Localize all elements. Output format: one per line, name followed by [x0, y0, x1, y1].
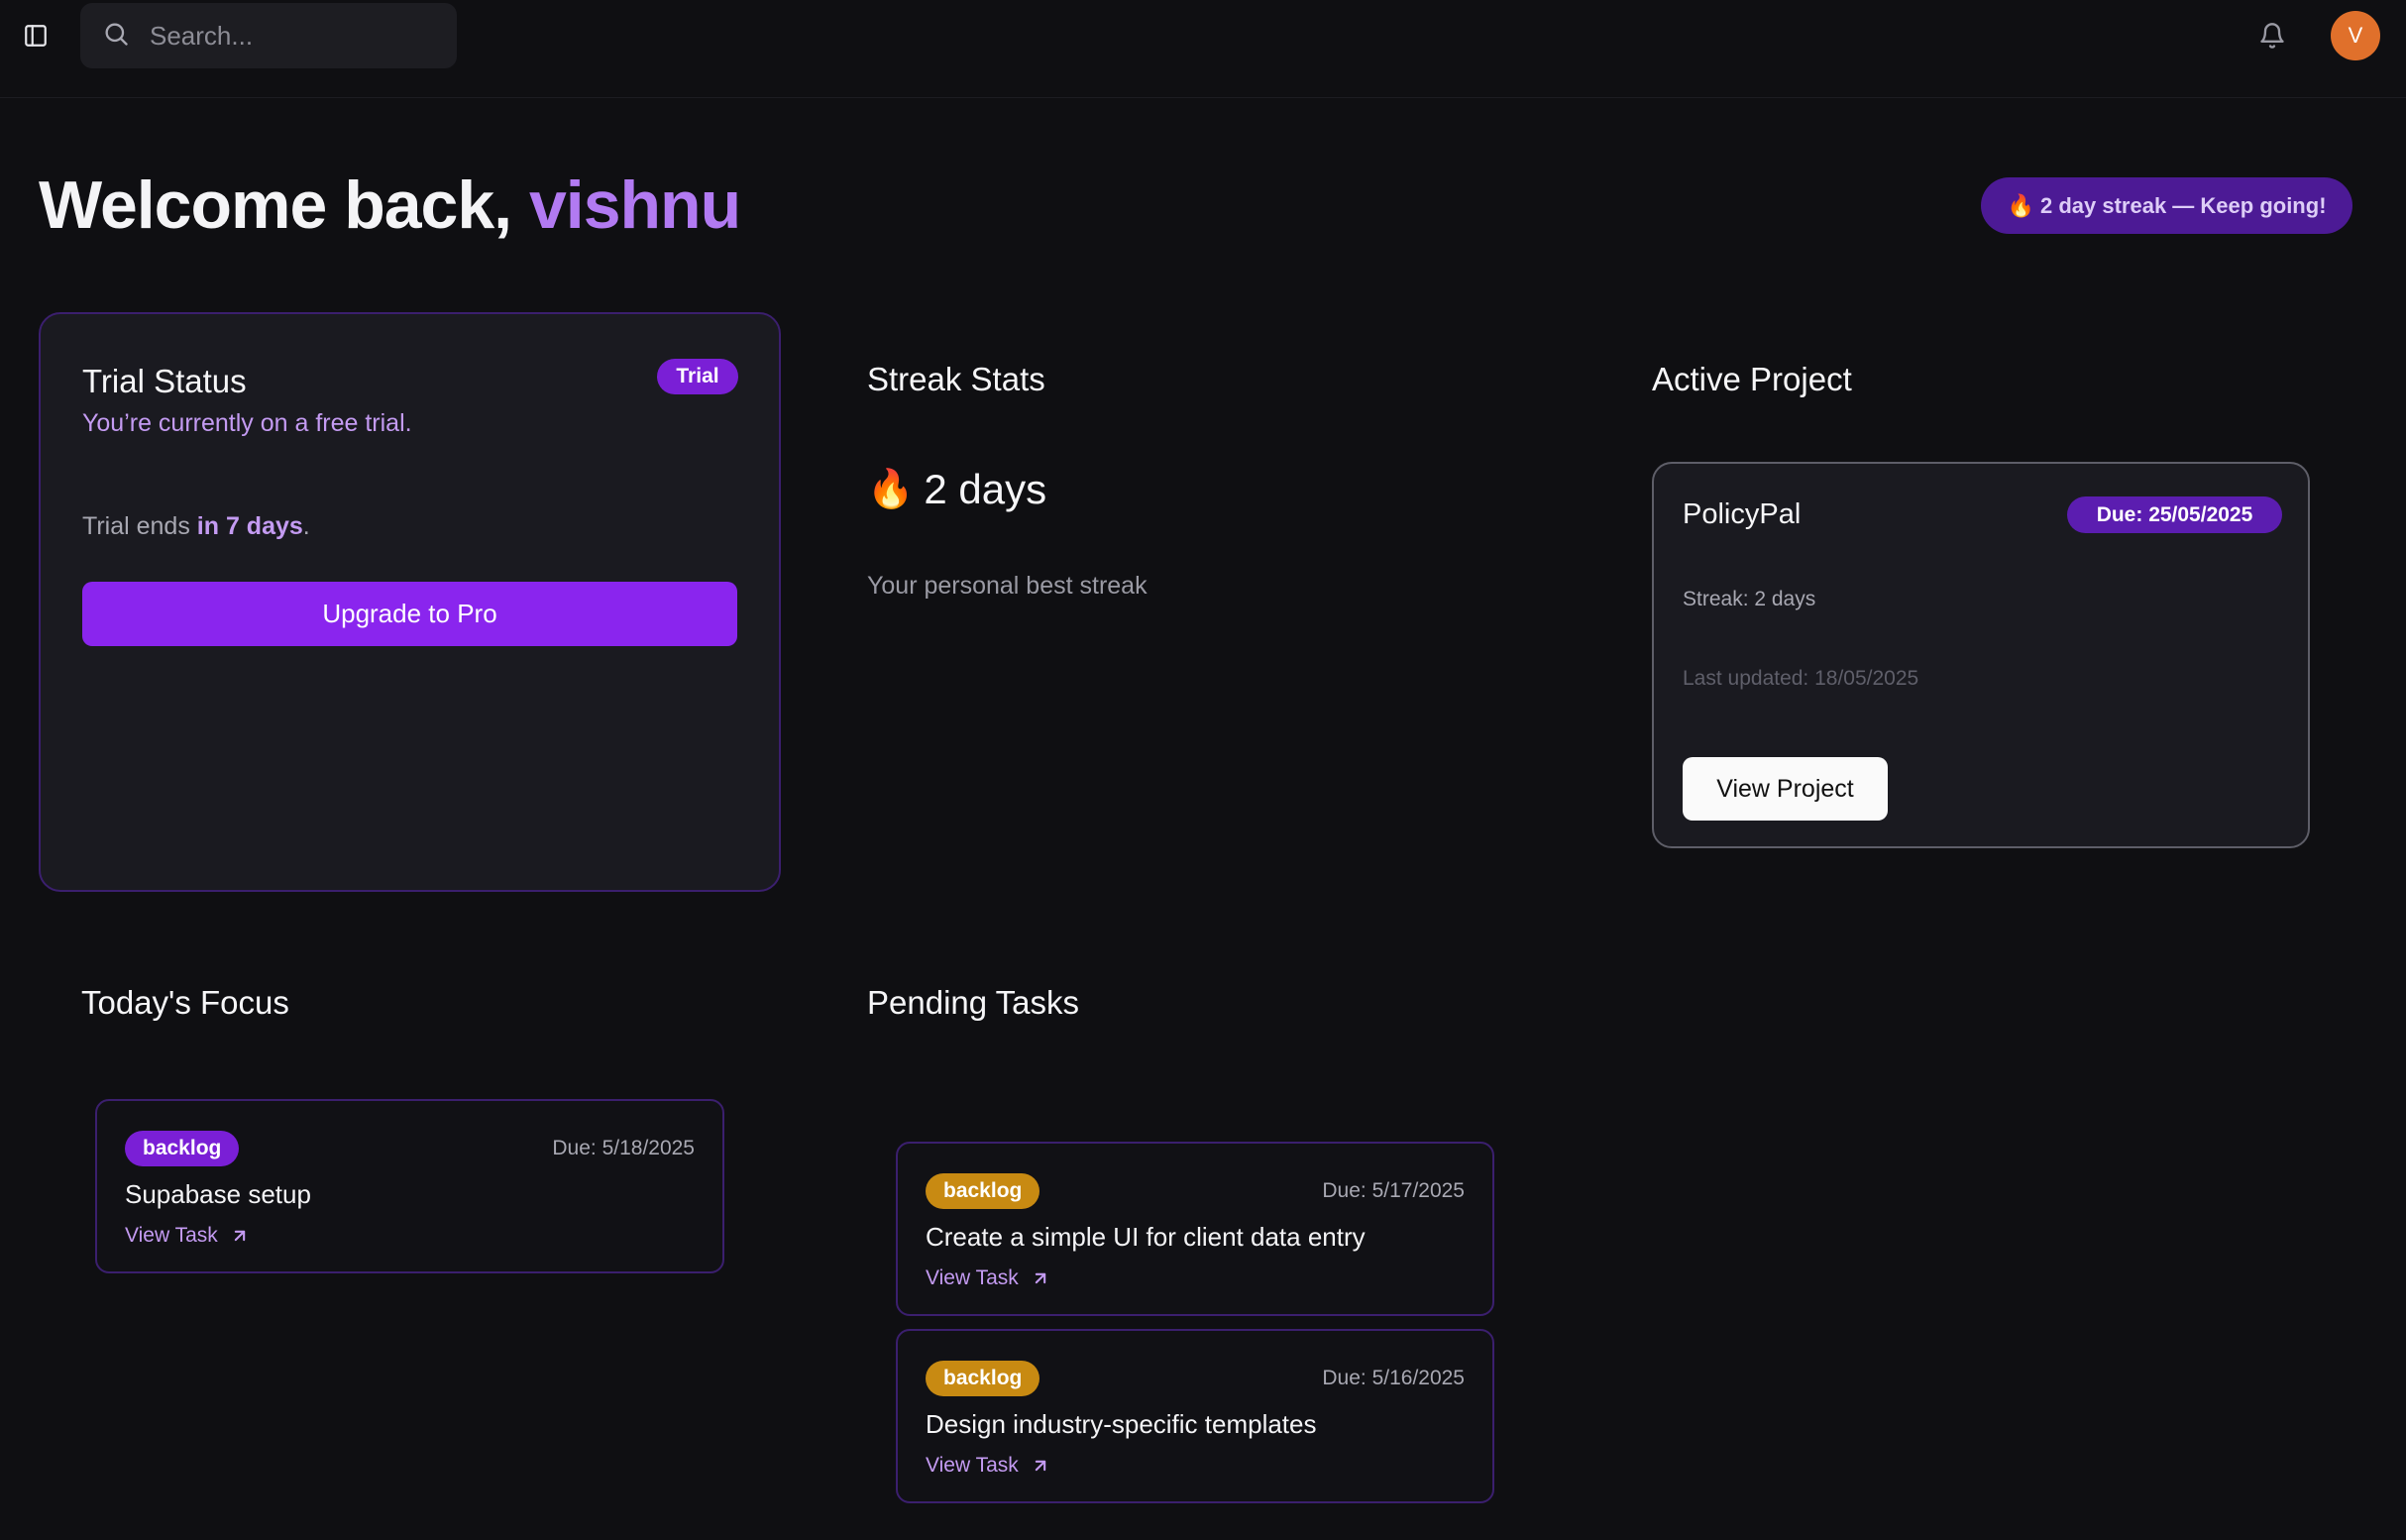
streak-pill: 🔥 2 day streak — Keep going!: [1981, 177, 2352, 234]
project-name: PolicyPal: [1683, 498, 1802, 530]
active-project-title: Active Project: [1652, 361, 1852, 397]
trial-badge: Trial: [657, 359, 738, 394]
view-task-link[interactable]: View Task: [125, 1224, 250, 1248]
username: vishnu: [528, 167, 741, 243]
pending-tasks-title: Pending Tasks: [867, 984, 1080, 1021]
task-title: Supabase setup: [125, 1179, 311, 1209]
top-bar: V: [0, 0, 2406, 98]
trial-ends-suffix: .: [302, 512, 310, 540]
arrow-up-right-icon: [1035, 1460, 1045, 1472]
task-title: Create a simple UI for client data entry: [926, 1222, 1366, 1252]
view-task-link[interactable]: View Task: [926, 1266, 1050, 1290]
fire-icon: 🔥: [867, 469, 915, 510]
view-task-label: View Task: [125, 1224, 218, 1247]
trial-ends-prefix: Trial ends: [82, 512, 197, 540]
upgrade-to-pro-button[interactable]: Upgrade to Pro: [82, 582, 737, 646]
page-title: Welcome back, vishnu: [39, 166, 741, 244]
view-task-label: View Task: [926, 1266, 1019, 1289]
sidebar-toggle-icon[interactable]: [18, 18, 54, 54]
todays-focus-title: Today's Focus: [81, 984, 289, 1021]
bell-icon[interactable]: [2253, 16, 2291, 55]
pending-task-card: backlog Due: 5/16/2025 Design industry-s…: [896, 1329, 1494, 1503]
avatar[interactable]: V: [2331, 11, 2380, 60]
project-last-updated: Last updated: 18/05/2025: [1683, 667, 1919, 690]
streak-caption: Your personal best streak: [867, 572, 1148, 600]
arrow-up-right-icon: [234, 1230, 245, 1242]
trial-status-card: Trial Status Trial You’re currently on a…: [39, 312, 781, 892]
search-bar[interactable]: [80, 3, 457, 68]
status-badge: backlog: [926, 1361, 1040, 1396]
view-task-link[interactable]: View Task: [926, 1454, 1050, 1478]
task-title: Design industry-specific templates: [926, 1409, 1317, 1439]
task-due-date: Due: 5/17/2025: [1322, 1179, 1465, 1202]
focus-task-card: backlog Due: 5/18/2025 Supabase setup Vi…: [95, 1099, 724, 1273]
pending-task-card: backlog Due: 5/17/2025 Create a simple U…: [896, 1142, 1494, 1316]
view-project-button[interactable]: View Project: [1683, 757, 1888, 821]
streak-value: 🔥 2 days: [867, 466, 1046, 513]
status-badge: backlog: [926, 1173, 1040, 1209]
trial-ends-text: Trial ends in 7 days.: [82, 512, 310, 541]
trial-status-title: Trial Status: [82, 363, 247, 399]
avatar-initial: V: [2348, 23, 2363, 48]
task-due-date: Due: 5/18/2025: [552, 1137, 695, 1159]
status-badge: backlog: [125, 1131, 240, 1166]
view-task-label: View Task: [926, 1454, 1019, 1477]
active-project-card: PolicyPal Due: 25/05/2025 Streak: 2 days…: [1652, 462, 2310, 848]
streak-days: 2 days: [924, 466, 1047, 512]
project-streak: Streak: 2 days: [1683, 588, 1816, 610]
trial-ends-value: in 7 days: [196, 512, 303, 540]
search-input[interactable]: [150, 20, 407, 52]
trial-subtitle: You’re currently on a free trial.: [82, 409, 412, 437]
task-due-date: Due: 5/16/2025: [1322, 1367, 1465, 1389]
greeting-text: Welcome back,: [39, 167, 512, 243]
streak-stats-title: Streak Stats: [867, 361, 1045, 397]
search-icon: [102, 20, 130, 53]
project-due-badge: Due: 25/05/2025: [2067, 496, 2282, 533]
arrow-up-right-icon: [1035, 1272, 1045, 1284]
